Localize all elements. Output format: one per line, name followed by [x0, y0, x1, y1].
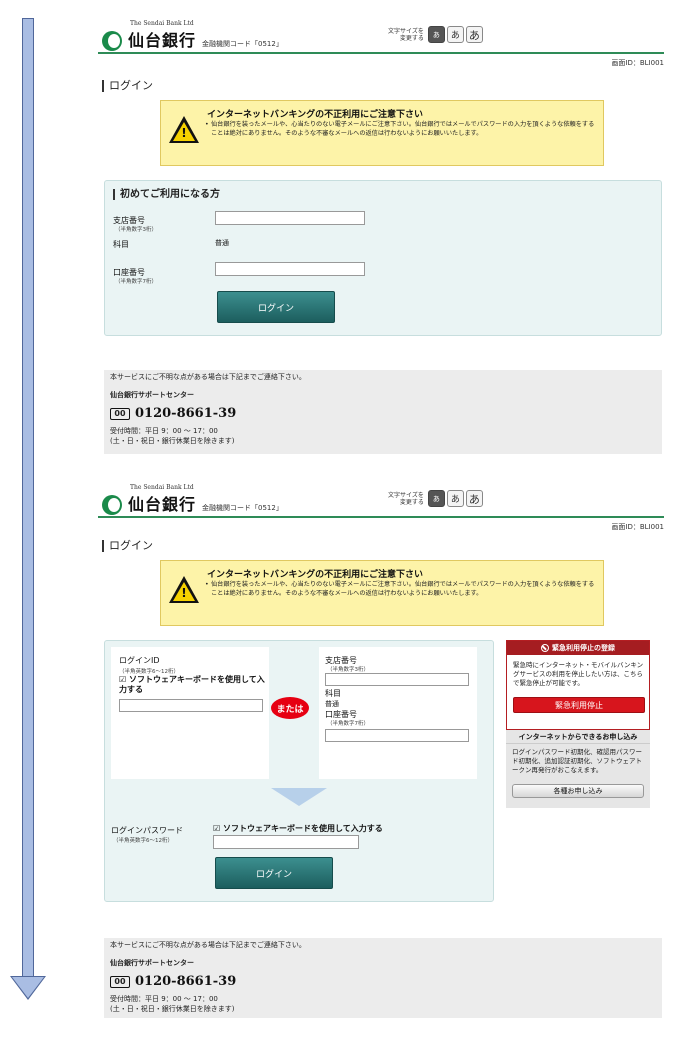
login-id-box: ログインID （半角英数字6～12桁） ☑ ソフトウェアキーボードを使用して入力… — [111, 647, 269, 779]
subject-label: 科目 — [325, 689, 341, 698]
login-button[interactable]: ログイン — [215, 857, 333, 889]
font-size-medium-button[interactable]: あ — [446, 26, 464, 43]
account-hint: （半角数字7桁） — [115, 279, 157, 285]
support-info: 本サービスにご不明な点がある場合は下記までご連絡下さい。 仙台銀行サポートセンタ… — [104, 370, 662, 454]
freedial-icon: 00 — [110, 407, 130, 420]
first-time-login-form: 初めてご利用になる方 支店番号 （半角数字3桁） 科目 普通 口座番号 （半角数… — [104, 180, 662, 336]
prohibited-icon — [541, 644, 549, 652]
notice-body: 仙台銀行を装ったメールや、心当たりのない電子メールにご注意下さい。仙台銀行ではメ… — [205, 121, 597, 138]
fraud-notice: ! インターネットバンキングの不正利用にご注意下さい 仙台銀行を装ったメールや、… — [160, 100, 604, 166]
branch-number-input[interactable] — [325, 673, 469, 686]
support-hours-note: (土・日・祝日・銀行休業日を除きます) — [110, 1005, 235, 1013]
login-button[interactable]: ログイン — [217, 291, 335, 323]
page-title: ログイン — [102, 80, 153, 92]
page-title: ログイン — [102, 540, 153, 552]
scroll-down-arrow-icon — [10, 18, 46, 1000]
support-hours: 受付時間：平日 9：00 ～ 17：00 — [110, 995, 218, 1003]
font-size-small-button[interactable]: あ — [427, 490, 445, 507]
applications-button[interactable]: 各種お申し込み — [512, 784, 644, 798]
support-center-name: 仙台銀行サポートセンター — [110, 959, 194, 967]
login-page-version-2: The Sendai Bank Ltd 仙台銀行 金融機関コード「0512」 文… — [98, 478, 664, 1026]
password-label: ログインパスワード — [111, 826, 183, 835]
account-login-box: 支店番号 （半角数字3桁） 科目 普通 口座番号 （半角数字7桁） — [319, 647, 477, 779]
branch-hint: （半角数字3桁） — [115, 227, 157, 233]
support-intro: 本サービスにご不明な点がある場合は下記までご連絡下さい。 — [110, 373, 306, 381]
first-time-title: 初めてご利用になる方 — [113, 189, 220, 200]
soft-keyboard-checkbox-password[interactable]: ☑ ソフトウェアキーボードを使用して入力する — [213, 823, 383, 834]
bank-name: 仙台銀行 — [128, 31, 197, 50]
font-size-switcher: 文字サイズを 変更する あ あ あ — [388, 26, 485, 43]
support-center-name: 仙台銀行サポートセンター — [110, 391, 194, 399]
header: The Sendai Bank Ltd 仙台銀行 金融機関コード「0512」 文… — [98, 478, 664, 518]
institution-code: 金融機関コード「0512」 — [202, 504, 283, 512]
account-number-input[interactable] — [215, 262, 365, 276]
login-page-version-1: The Sendai Bank Ltd 仙台銀行 金融機関コード「0512」 文… — [98, 14, 664, 460]
font-size-medium-button[interactable]: あ — [446, 490, 464, 507]
support-hours-note: (土・日・祝日・銀行休業日を除きます) — [110, 437, 235, 445]
subject-label: 科目 — [113, 240, 129, 249]
fraud-notice: ! インターネットバンキングの不正利用にご注意下さい 仙台銀行を装ったメールや、… — [160, 560, 604, 626]
arrow-down-icon — [271, 788, 327, 806]
applications-panel: インターネットからできるお申し込み ログインパスワード初期化、確認用パスワード初… — [506, 730, 650, 808]
emergency-stop-button[interactable]: 緊急利用停止 — [513, 697, 645, 713]
applications-title: インターネットからできるお申し込み — [506, 730, 650, 744]
branch-hint: （半角数字3桁） — [327, 667, 369, 673]
emergency-body: 緊急時にインターネット・モバイルバンキングサービスの利用を停止したい方は、こちら… — [513, 661, 644, 687]
login-id-input[interactable] — [119, 699, 263, 712]
password-input[interactable] — [213, 835, 359, 849]
login-form: ログインID （半角英数字6～12桁） ☑ ソフトウェアキーボードを使用して入力… — [104, 640, 494, 902]
screen-id: 画面ID：BLI001 — [611, 59, 664, 67]
notice-title: インターネットバンキングの不正利用にご注意下さい — [207, 110, 424, 120]
bank-logo-icon — [102, 493, 124, 515]
font-size-switcher: 文字サイズを 変更する あ あ あ — [388, 490, 485, 507]
font-size-large-button[interactable]: あ — [465, 490, 483, 507]
emergency-title: 緊急利用停止の登録 — [552, 644, 615, 652]
password-hint: （半角英数字6～12桁） — [113, 838, 173, 844]
emergency-stop-panel: 緊急利用停止の登録 緊急時にインターネット・モバイルバンキングサービスの利用を停… — [506, 640, 650, 730]
account-hint: （半角数字7桁） — [327, 721, 369, 727]
screen-id: 画面ID：BLI001 — [611, 523, 664, 531]
support-phone: 0120-8661-39 — [135, 406, 237, 421]
bank-name: 仙台銀行 — [128, 495, 197, 514]
font-size-large-button[interactable]: あ — [465, 26, 483, 43]
login-id-label: ログインID — [119, 656, 160, 665]
branch-number-input[interactable] — [215, 211, 365, 225]
applications-body: ログインパスワード初期化、確認用パスワード初期化、追加認証初期化、ソフトウェアト… — [512, 748, 642, 774]
bank-name-en: The Sendai Bank Ltd — [130, 20, 194, 27]
subject-value: 普通 — [325, 700, 339, 708]
notice-body: 仙台銀行を装ったメールや、心当たりのない電子メールにご注意下さい。仙台銀行ではメ… — [205, 581, 597, 598]
support-intro: 本サービスにご不明な点がある場合は下記までご連絡下さい。 — [110, 941, 306, 949]
institution-code: 金融機関コード「0512」 — [202, 40, 283, 48]
bank-name-en: The Sendai Bank Ltd — [130, 484, 194, 491]
or-badge: または — [271, 697, 309, 719]
bank-logo-icon — [102, 29, 124, 51]
support-info: 本サービスにご不明な点がある場合は下記までご連絡下さい。 仙台銀行サポートセンタ… — [104, 938, 662, 1018]
account-number-input[interactable] — [325, 729, 469, 742]
notice-title: インターネットバンキングの不正利用にご注意下さい — [207, 570, 424, 580]
header: The Sendai Bank Ltd 仙台銀行 金融機関コード「0512」 文… — [98, 14, 664, 54]
subject-value: 普通 — [215, 239, 229, 247]
support-phone: 0120-8661-39 — [135, 974, 237, 989]
font-size-small-button[interactable]: あ — [427, 26, 445, 43]
bank-logo[interactable]: The Sendai Bank Ltd 仙台銀行 金融機関コード「0512」 — [102, 20, 283, 51]
support-hours: 受付時間：平日 9：00 ～ 17：00 — [110, 427, 218, 435]
freedial-icon: 00 — [110, 975, 130, 988]
bank-logo[interactable]: The Sendai Bank Ltd 仙台銀行 金融機関コード「0512」 — [102, 484, 283, 515]
soft-keyboard-checkbox-id[interactable]: ☑ ソフトウェアキーボードを使用して入力する — [119, 675, 267, 695]
login-id-hint: （半角英数字6～12桁） — [119, 669, 179, 675]
